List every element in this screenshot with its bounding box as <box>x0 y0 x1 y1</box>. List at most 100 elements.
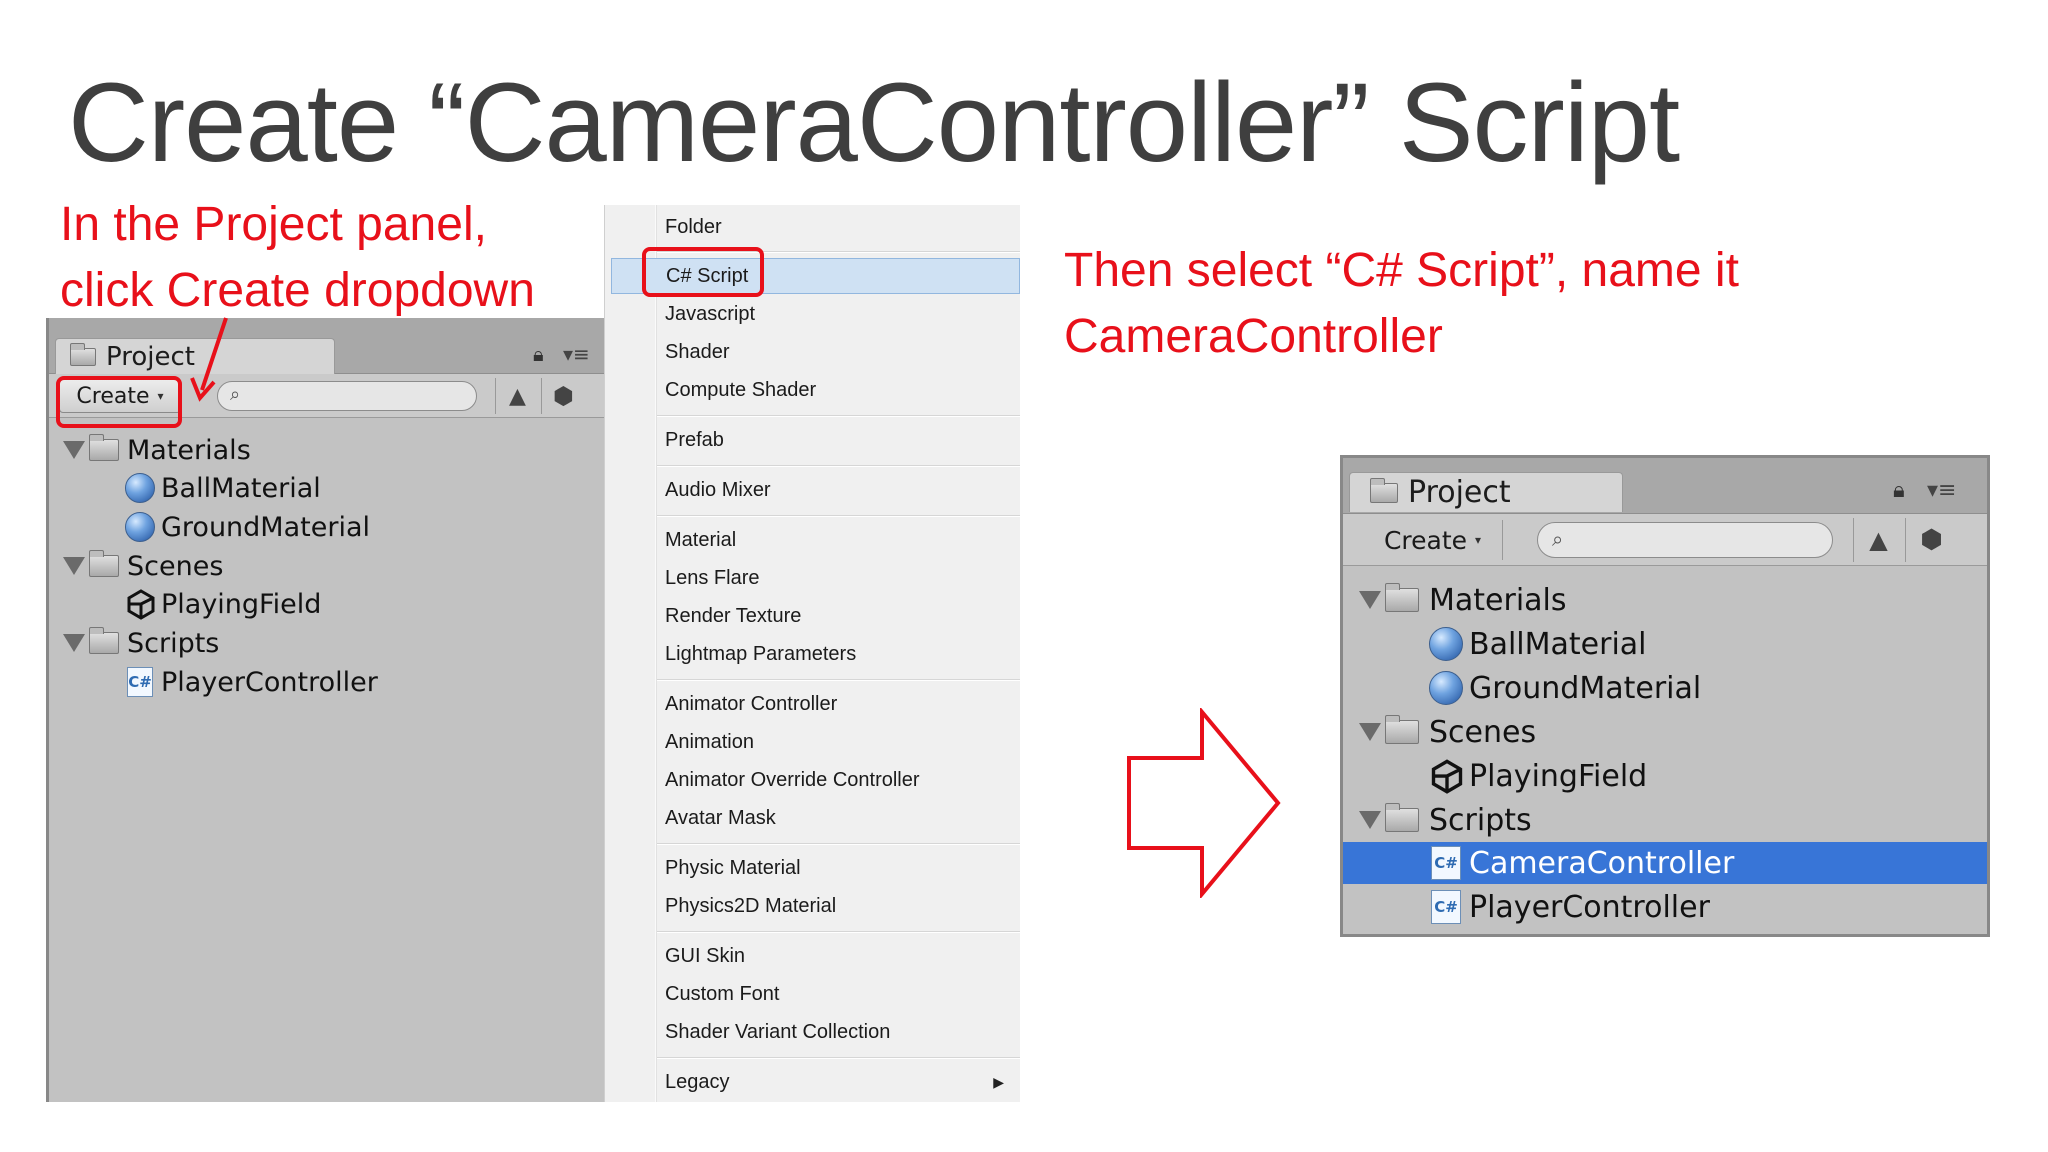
menu-item-animation[interactable]: Animation <box>605 724 1020 760</box>
menu-item-shader-variant-collection[interactable]: Shader Variant Collection <box>605 1014 1020 1050</box>
menu-item-gui-skin[interactable]: GUI Skin <box>605 938 1020 974</box>
caption-line: Then select “C# Script”, name it <box>1064 244 1739 297</box>
tree-label: PlayingField <box>161 588 322 620</box>
menu-item-audio-mixer[interactable]: Audio Mixer <box>605 472 1020 508</box>
folder-icon <box>89 550 119 577</box>
expand-triangle-icon <box>1359 811 1381 829</box>
panel-menu-icon[interactable]: ▾≡ <box>1927 478 1956 503</box>
tree-label: Scripts <box>1429 802 1532 838</box>
menu-item-legacy[interactable]: Legacy ▶ <box>605 1064 1020 1100</box>
tree-label: PlayingField <box>1469 758 1648 794</box>
create-button-highlight <box>56 376 182 428</box>
submenu-arrow-icon: ▶ <box>993 1073 1004 1090</box>
tree-folder-scenes[interactable]: Scenes <box>1343 712 1987 752</box>
menu-item-custom-font[interactable]: Custom Font <box>605 976 1020 1012</box>
menu-separator <box>657 843 1020 845</box>
menu-separator <box>657 515 1020 517</box>
unity-scene-icon <box>127 589 155 620</box>
material-sphere-icon <box>1429 627 1463 661</box>
tree-item-playercontroller[interactable]: C# PlayerController <box>1343 886 1987 928</box>
tree-label: Scenes <box>127 550 224 582</box>
tree-item-ballmaterial[interactable]: BallMaterial <box>1343 624 1987 664</box>
lock-icon[interactable]: 🔒︎ <box>1893 478 1905 503</box>
panel-toolbar: Create ▾ ⌕ ▲ ⬢ <box>1343 514 1987 566</box>
tree-label: Scripts <box>127 627 220 659</box>
lock-icon[interactable]: 🔒︎ <box>533 342 544 366</box>
menu-item-physics2d-material[interactable]: Physics2D Material <box>605 888 1020 924</box>
tree-label: Scenes <box>1429 714 1537 750</box>
expand-triangle-icon <box>63 634 85 652</box>
menu-item-shader[interactable]: Shader <box>605 334 1020 370</box>
expand-triangle-icon <box>1359 591 1381 609</box>
csharp-script-highlight <box>642 247 764 297</box>
menu-item-animator-controller[interactable]: Animator Controller <box>605 686 1020 722</box>
search-input[interactable]: ⌕ <box>1537 522 1833 558</box>
panel-tabbar: Project 🔒︎ ▾≡ <box>49 318 606 374</box>
menu-item-material[interactable]: Material <box>605 522 1020 558</box>
search-icon: ⌕ <box>1552 527 1564 551</box>
tree-folder-scripts[interactable]: Scripts <box>1343 800 1987 840</box>
folder-icon <box>89 627 119 654</box>
tree-label: GroundMaterial <box>161 511 370 543</box>
folder-icon <box>1385 583 1419 612</box>
tree-label: GroundMaterial <box>1469 670 1702 706</box>
project-panel-after: Project 🔒︎ ▾≡ Create ▾ ⌕ ▲ ⬢ Materials B… <box>1340 455 1990 937</box>
menu-item-compute-shader[interactable]: Compute Shader <box>605 372 1020 408</box>
tree-folder-scenes[interactable]: Scenes <box>49 548 606 584</box>
filter-by-type-icon[interactable]: ▲ <box>495 378 539 414</box>
filter-by-label-icon[interactable]: ⬢ <box>1905 518 1957 562</box>
folder-icon <box>1385 803 1419 832</box>
tree-label: Materials <box>1429 582 1567 618</box>
tree-item-playercontroller[interactable]: C# PlayerController <box>49 664 606 700</box>
menu-separator <box>657 679 1020 681</box>
tab-label: Project <box>106 341 195 372</box>
caret-down-icon: ▾ <box>1475 533 1482 547</box>
caption-line: In the Project panel, <box>60 198 487 251</box>
menu-item-animator-override-controller[interactable]: Animator Override Controller <box>605 762 1020 798</box>
instruction-caption-left: In the Project panel, click Create dropd… <box>60 192 535 324</box>
csharp-script-icon: C# <box>1431 846 1461 880</box>
caption-line: click Create dropdown <box>60 264 535 317</box>
csharp-script-icon: C# <box>127 667 153 697</box>
folder-icon <box>1370 477 1398 503</box>
expand-triangle-icon <box>1359 723 1381 741</box>
material-sphere-icon <box>125 473 155 503</box>
create-dropdown-button[interactable]: Create ▾ <box>1363 520 1503 560</box>
menu-item-lightmap-parameters[interactable]: Lightmap Parameters <box>605 636 1020 672</box>
tree-label: Materials <box>127 434 251 466</box>
filter-by-label-icon[interactable]: ⬢ <box>541 378 585 414</box>
tree-item-cameracontroller[interactable]: C# CameraController <box>1343 842 1987 884</box>
material-sphere-icon <box>1429 671 1463 705</box>
menu-item-physic-material[interactable]: Physic Material <box>605 850 1020 886</box>
tree-item-playingfield[interactable]: PlayingField <box>1343 756 1987 796</box>
create-dropdown-menu: Folder C# Script Javascript Shader Compu… <box>604 205 1020 1102</box>
tab-project[interactable]: Project <box>1349 472 1623 512</box>
filter-by-type-icon[interactable]: ▲ <box>1853 518 1903 562</box>
tree-folder-scripts[interactable]: Scripts <box>49 625 606 661</box>
tree-label: PlayerController <box>161 666 378 698</box>
tree-item-ballmaterial[interactable]: BallMaterial <box>49 470 606 506</box>
panel-tabbar: Project 🔒︎ ▾≡ <box>1343 458 1987 514</box>
menu-separator <box>657 1057 1020 1059</box>
caption-line: CameraController <box>1064 310 1443 363</box>
folder-icon <box>89 434 119 461</box>
right-arrow-icon <box>1127 708 1281 898</box>
menu-item-prefab[interactable]: Prefab <box>605 422 1020 458</box>
panel-menu-icon[interactable]: ▾≡ <box>563 342 590 366</box>
menu-item-javascript[interactable]: Javascript <box>605 296 1020 332</box>
menu-item-avatar-mask[interactable]: Avatar Mask <box>605 800 1020 836</box>
expand-triangle-icon <box>63 557 85 575</box>
create-label: Create <box>1383 525 1468 555</box>
tree-folder-materials[interactable]: Materials <box>1343 580 1987 620</box>
menu-item-render-texture[interactable]: Render Texture <box>605 598 1020 634</box>
tree-label: BallMaterial <box>161 472 321 504</box>
tree-item-groundmaterial[interactable]: GroundMaterial <box>1343 668 1987 708</box>
tree-item-groundmaterial[interactable]: GroundMaterial <box>49 509 606 545</box>
menu-item-folder[interactable]: Folder <box>605 209 1020 245</box>
search-input[interactable]: ⌕ <box>217 381 477 411</box>
menu-separator <box>657 415 1020 417</box>
tree-folder-materials[interactable]: Materials <box>49 432 606 468</box>
menu-item-lens-flare[interactable]: Lens Flare <box>605 560 1020 596</box>
tree-item-playingfield[interactable]: PlayingField <box>49 586 606 622</box>
folder-icon <box>70 342 96 366</box>
